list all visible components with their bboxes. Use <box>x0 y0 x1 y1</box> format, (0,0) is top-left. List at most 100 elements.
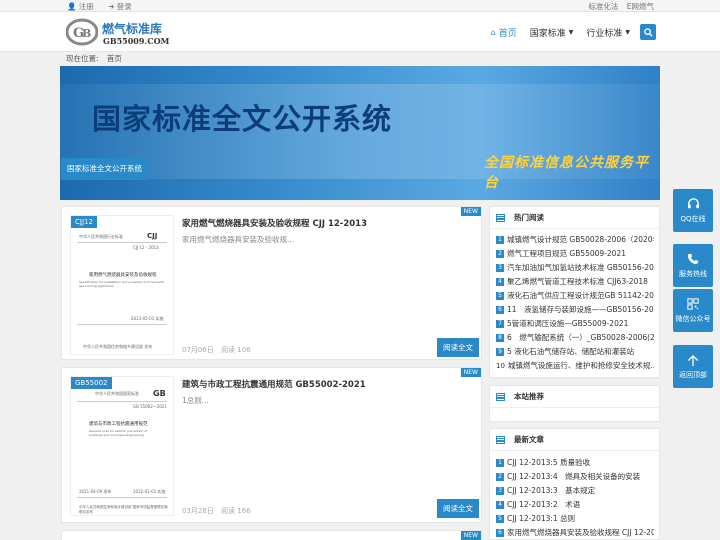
list-item[interactable]: 95 液化石油气储存站、储配站和灌装站 <box>496 345 654 359</box>
register-label: 注册 <box>78 2 94 11</box>
rank-badge: 3 <box>496 264 504 272</box>
list-item[interactable]: 10 城镇燃气设施运行、维护和抢修安全技术规... <box>496 359 654 373</box>
post-reads: 阅读 166 <box>221 507 251 515</box>
doc-code: GB <box>153 389 166 398</box>
float-label: 服务热线 <box>679 270 707 278</box>
top-link-law[interactable]: 标准化法 <box>588 2 618 11</box>
divider <box>77 401 167 402</box>
doc-subtitle: General code for seismic precaution of b… <box>89 429 148 437</box>
list-icon <box>496 213 505 222</box>
nav-industry-label: 行业标准 <box>586 28 623 39</box>
list-item-text: CJJ 12-2013:1 总则 <box>507 514 576 523</box>
list-item[interactable]: 5 液化石油气供应工程设计规范GB 51142-2015 <box>496 289 654 303</box>
hot-list: 1 城镇燃气设计规范 GB50028-2006（2020年... 2 燃气工程项目规… <box>490 229 659 373</box>
nav-item-home[interactable]: ⌂ 首页 <box>491 26 517 39</box>
list-item[interactable]: 1 CJJ 12-2013:5 质量验收 <box>496 456 654 470</box>
wechat-button[interactable]: 微信公众号 <box>673 289 713 332</box>
breadcrumb-prefix: 现在位置: <box>66 54 99 63</box>
doc-header: 中华人民共和国国家标准 <box>95 391 139 396</box>
latest-list: 1 CJJ 12-2013:5 质量验收 2 CJJ 12-2013:4 燃具及相关… <box>490 451 659 540</box>
headset-icon <box>686 197 700 211</box>
list-item[interactable]: 86 燃气输配系统（一）_GB50028-2006(20... <box>496 331 654 345</box>
back-to-top-button[interactable]: 返回顶部 <box>673 345 713 388</box>
widget-header: 本站推荐 <box>490 386 659 408</box>
widget-header: 最新文章 <box>490 429 659 451</box>
list-item[interactable]: 7 5管道和调压设施—GB55009-2021 <box>496 317 654 331</box>
list-item[interactable]: 4 聚乙烯燃气管道工程技术标准 CJJ63-2018 <box>496 275 654 289</box>
post-thumbnail[interactable]: 中华人民共和国国家标准 GB GB 55002—2021 建筑与市政工程抗震通用… <box>70 376 174 516</box>
list-item-text: 液化石油气供应工程设计规范GB 51142-2015 <box>507 291 654 300</box>
post-excerpt: 家用燃气燃烧器具安装及验收规... <box>182 235 295 244</box>
list-item[interactable]: 6 11 液氢储存与装卸设施——GB50156-2021 <box>496 303 654 317</box>
banner-slogan: 全国标准信息公共服务平台 <box>484 155 649 191</box>
qq-online-button[interactable]: QQ在线 <box>673 189 713 232</box>
post-excerpt: 1总则... <box>182 396 209 405</box>
doc-publisher: 中华人民共和国住房和城乡建设部 发布 <box>83 344 153 349</box>
list-item[interactable]: 1 城镇燃气设计规范 GB50028-2006（2020年... <box>496 233 654 247</box>
list-item-text: CJJ 12-2013:4 燃具及相关设备的安装 <box>507 472 641 481</box>
rank-badge: 7 <box>496 320 504 328</box>
rank-badge: 4 <box>496 278 504 286</box>
document-cover: 中华人民共和国国家标准 GB GB 55002—2021 建筑与市政工程抗震通用… <box>75 381 169 514</box>
hotline-button[interactable]: 服务热线 <box>673 244 713 287</box>
banner[interactable]: 国家标准全文公开系统 全国标准信息公共服务平台 <box>60 66 660 200</box>
login-label: 登录 <box>116 2 132 11</box>
list-icon <box>496 392 505 401</box>
post-thumbnail[interactable]: 中华人民共和国行业标准 CJJ CJJ 12 - 2013 家用燃气燃烧器具安装… <box>70 215 174 355</box>
register-link[interactable]: 👤 注册 <box>67 2 100 11</box>
post-card: 中华人民共和国国家标准 GB GB 55002—2021 建筑与市政工程抗震通用… <box>61 367 482 523</box>
read-more-button[interactable]: 阅读全文 <box>437 338 479 357</box>
list-item[interactable]: 4 CJJ 12-2013:2 术语 <box>496 498 654 512</box>
search-button[interactable] <box>640 24 656 40</box>
doc-header: 中华人民共和国行业标准 <box>79 234 123 239</box>
hot-reading-widget: 热门阅读 1 城镇燃气设计规范 GB50028-2006（2020年... 2 燃气… <box>489 206 660 378</box>
doc-number: GB 55002—2021 <box>133 404 168 409</box>
top-link-egas[interactable]: E网燃气 <box>627 2 654 11</box>
recommend-widget: 本站推荐 <box>489 385 660 422</box>
list-item[interactable]: 3 CJJ 12-2013:3 基本规定 <box>496 484 654 498</box>
widget-header: 热门阅读 <box>490 207 659 229</box>
float-label: QQ在线 <box>680 215 706 223</box>
post-date: 03月28日 <box>182 507 214 515</box>
float-label: 微信公众号 <box>675 315 711 323</box>
top-links: 标准化法 E网燃气 <box>582 1 654 12</box>
banner-caption: 国家标准全文公开系统 <box>61 158 148 180</box>
home-icon: ⌂ <box>490 27 496 37</box>
gb-logo-icon: G B <box>66 18 98 46</box>
list-item-text: CJJ 12-2013:5 质量验收 <box>507 458 591 467</box>
rank-badge: 1 <box>496 459 504 467</box>
post-category[interactable]: GB55002 <box>71 377 112 389</box>
list-item[interactable]: 3 汽车加油加气加氢站技术标准 GB50156-2021 <box>496 261 654 275</box>
rank-number: 10 <box>496 362 505 370</box>
latest-articles-widget: 最新文章 1 CJJ 12-2013:5 质量验收 2 CJJ 12-2013:4 … <box>489 428 660 540</box>
login-link[interactable]: ➔ 登录 <box>108 2 138 11</box>
list-item[interactable]: 6 家用燃气燃烧器具安装及验收规程 CJJ 12-201 <box>496 526 654 540</box>
list-item[interactable]: 5 CJJ 12-2013:1 总则 <box>496 512 654 526</box>
list-item-text: 聚乙烯燃气管道工程技术标准 CJJ63-2018 <box>507 277 648 286</box>
top-bar: 👤 注册 ➔ 登录 标准化法 E网燃气 <box>0 0 720 12</box>
post-title[interactable]: 家用燃气燃烧器具安装及验收规程 CJJ 12-2013 <box>182 217 367 229</box>
read-more-button[interactable]: 阅读全文 <box>437 499 479 518</box>
new-badge: NEW <box>460 207 481 216</box>
breadcrumb-home[interactable]: 首页 <box>107 54 122 63</box>
doc-code: CJJ <box>147 232 158 240</box>
post-title[interactable]: 建筑与市政工程抗震通用规范 GB55002-2021 <box>182 378 366 390</box>
doc-issue-date: 2013-05-01 实施 <box>131 316 164 321</box>
rank-badge: 5 <box>496 292 504 300</box>
phone-icon <box>686 252 700 266</box>
post-meta: 07月06日 阅读 106 <box>182 345 256 355</box>
list-item[interactable]: 2 燃气工程项目规范 GB55009-2021 <box>496 247 654 261</box>
nav-item-national-standards[interactable]: 国家标准 ▼ <box>530 26 574 39</box>
site-logo[interactable]: G B 燃气标准库 GB55009.COM <box>66 18 176 48</box>
list-item-text: 6 燃气输配系统（一）_GB50028-2006(20... <box>507 333 654 342</box>
list-item-text: CJJ 12-2013:2 术语 <box>507 500 581 509</box>
account-links: 👤 注册 ➔ 登录 <box>67 1 144 12</box>
rank-badge: 4 <box>496 501 504 509</box>
doc-title: 建筑与市政工程抗震通用规范 <box>89 422 148 427</box>
list-item[interactable]: 2 CJJ 12-2013:4 燃具及相关设备的安装 <box>496 470 654 484</box>
new-badge: NEW <box>460 531 481 540</box>
nav-item-industry-standards[interactable]: 行业标准 ▼ <box>586 26 630 39</box>
post-category[interactable]: CJJ12 <box>71 216 97 228</box>
float-label: 返回顶部 <box>679 371 707 379</box>
post-card: 中华人民共和国行业标准 CJJ CJJ 12 - 2013 家用燃气燃烧器具安装… <box>61 206 482 360</box>
